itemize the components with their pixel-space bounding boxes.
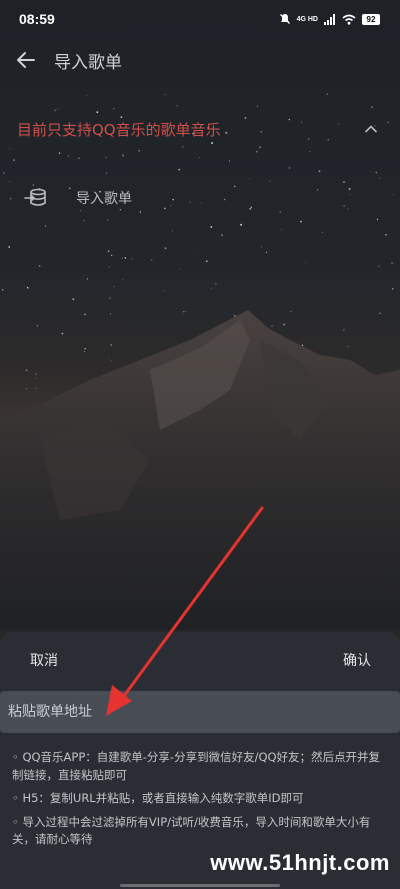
network-type: 4G HD [296, 15, 318, 23]
mountain-silhouette [0, 310, 400, 630]
tip-item: ◦ H5：复制URL并粘贴，或者直接输入纯数字歌单ID即可 [12, 791, 304, 805]
playlist-url-input[interactable] [0, 691, 400, 733]
import-playlist-label: 导入歌单 [76, 191, 132, 207]
arrow-left-icon[interactable] [16, 49, 38, 71]
confirm-button[interactable]: 确认 [343, 650, 371, 670]
tips-list: ◦ QQ音乐APP：自建歌单-分享-分享到微信好友/QQ好友；然后点开并复制链接… [0, 733, 400, 849]
mute-bell-icon [279, 14, 290, 24]
wifi-icon [342, 14, 356, 25]
import-playlist-row[interactable]: 导入歌单 [0, 178, 400, 218]
cancel-button[interactable]: 取消 [30, 650, 58, 670]
chevron-up-icon[interactable] [364, 122, 378, 136]
notice-text: 目前只支持QQ音乐的歌单音乐 [17, 120, 221, 139]
status-bar: 08:59 4G HD 92 [0, 0, 400, 38]
notice-row[interactable]: 目前只支持QQ音乐的歌单音乐 [0, 110, 400, 148]
page-title: 导入歌单 [54, 52, 122, 73]
tip-item: ◦ 导入过程中会过滤掉所有VIP/试听/收费音乐，导入时间和歌单大小有关，请耐心… [12, 814, 371, 847]
watermark-text: www.51hnjt.com [210, 850, 390, 875]
playlist-import-icon [24, 188, 46, 206]
tip-item: ◦ QQ音乐APP：自建歌单-分享-分享到微信好友/QQ好友；然后点开并复制链接… [12, 750, 381, 782]
app-bar: 导入歌单 [0, 38, 400, 82]
home-indicator[interactable] [120, 884, 280, 887]
sheet-actions: 取消 确认 [0, 632, 400, 688]
battery-icon: 92 [362, 13, 380, 25]
status-icons: 4G HD 92 [279, 13, 380, 25]
signal-icon [324, 13, 335, 25]
status-time: 08:59 [19, 11, 55, 27]
